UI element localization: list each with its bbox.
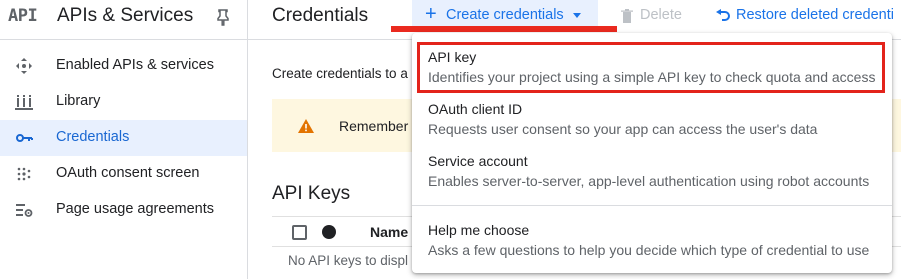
sidebar-item-label: Page usage agreements [56, 201, 214, 217]
sidebar-item-enabled-apis[interactable]: Enabled APIs & services [0, 48, 247, 84]
plus-icon: + [425, 3, 437, 25]
restore-deleted-credentials-button[interactable]: Restore deleted credenti [716, 6, 901, 26]
menu-item-help-me-choose[interactable]: Help me choose Asks a few questions to h… [412, 210, 892, 260]
sidebar-item-library[interactable]: Library [0, 84, 247, 120]
warning-text: Remember t [339, 118, 417, 134]
sidebar-header: API APIs & Services [0, 0, 247, 40]
status-icon [322, 225, 336, 239]
page-title: Credentials [272, 5, 369, 26]
intro-text: Create credentials to a [272, 66, 408, 81]
api-logo: API [8, 6, 38, 26]
menu-item-description: Requests user consent so your app can ac… [428, 121, 818, 137]
sidebar-item-credentials[interactable]: Credentials [0, 120, 247, 156]
menu-item-title: OAuth client ID [428, 101, 523, 117]
trash-icon [621, 9, 633, 23]
menu-item-title: Service account [428, 153, 528, 169]
menu-divider [412, 205, 892, 206]
sidebar-item-oauth-consent[interactable]: OAuth consent screen [0, 156, 247, 192]
menu-item-oauth-client-id[interactable]: OAuth client ID Requests user consent so… [412, 89, 892, 139]
create-credentials-menu: API key Identifies your project using a … [412, 33, 892, 273]
pin-icon[interactable] [215, 8, 231, 26]
delete-label: Delete [640, 7, 682, 23]
menu-item-service-account[interactable]: Service account Enables server-to-server… [412, 141, 892, 191]
undo-icon [716, 9, 730, 21]
sidebar-item-label: OAuth consent screen [56, 165, 200, 181]
annotation-underline [391, 26, 617, 32]
select-all-checkbox[interactable] [292, 225, 307, 240]
diamond-arrows-icon [16, 58, 32, 74]
key-icon [16, 134, 33, 142]
warning-icon [298, 119, 314, 133]
dots-grid-icon [17, 167, 31, 181]
sidebar-item-page-usage[interactable]: Page usage agreements [0, 192, 247, 228]
column-header-name[interactable]: Name [370, 224, 408, 240]
sidebar: API APIs & Services Enabled APIs & servi… [0, 0, 248, 279]
menu-item-description: Asks a few questions to help you decide … [428, 242, 870, 258]
sidebar-title: APIs & Services [57, 5, 194, 26]
sidebar-item-label: Credentials [56, 129, 130, 145]
settings-list-icon [16, 204, 33, 217]
library-icon [15, 95, 33, 110]
empty-state-text: No API keys to displ [288, 253, 409, 268]
sidebar-item-label: Library [56, 93, 101, 109]
sidebar-item-label: Enabled APIs & services [56, 57, 214, 73]
menu-item-title: Help me choose [428, 222, 530, 238]
menu-item-description: Enables server-to-server, app-level auth… [428, 173, 870, 189]
restore-label: Restore deleted credenti [736, 7, 894, 23]
create-credentials-label: Create credentials [446, 7, 564, 23]
chevron-down-icon [573, 13, 581, 18]
api-keys-heading: API Keys [272, 183, 351, 204]
annotation-highlight-box [417, 42, 885, 93]
